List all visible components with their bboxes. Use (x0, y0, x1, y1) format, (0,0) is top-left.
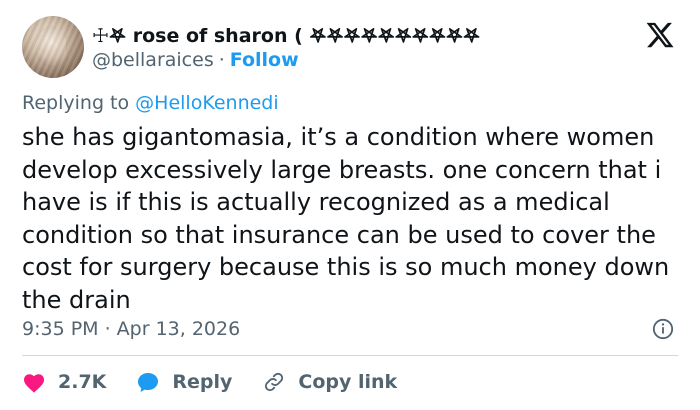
copy-link-button[interactable]: Copy link (262, 371, 397, 393)
replying-mention-link[interactable]: @HelloKennedi (135, 92, 278, 114)
like-count: 2.7K (58, 371, 107, 393)
like-button[interactable]: 2.7K (22, 371, 106, 393)
handle-separator: · (218, 49, 225, 71)
reply-label: Reply (172, 371, 233, 393)
tweet-text: she has gigantomasia, it’s a condition w… (22, 123, 670, 314)
follow-button[interactable]: Follow (230, 49, 299, 71)
link-icon (265, 372, 284, 392)
author-display-name[interactable]: ☩𖤐 rose of sharon ( 𖤐𖤐𖤐𖤐𖤐𖤐𖤐𖤐𖤐𖤐 (92, 22, 612, 48)
action-bar: 2.7K Reply Copy link (22, 368, 427, 396)
author-handle[interactable]: @bellaraices (92, 49, 214, 71)
x-logo-icon[interactable] (644, 20, 676, 50)
reply-button[interactable]: Reply (136, 371, 232, 393)
replying-prefix: Replying to (22, 92, 130, 114)
tweet-timestamp[interactable]: 9:35 PM · Apr 13, 2026 (22, 318, 240, 340)
author-handle-row: @bellaraices · Follow (92, 48, 299, 72)
divider (22, 355, 678, 356)
replying-to: Replying to @HelloKennedi (22, 92, 279, 114)
copy-link-label: Copy link (298, 371, 398, 393)
reply-bubble-icon (138, 373, 159, 392)
heart-icon (24, 374, 44, 393)
info-icon[interactable] (652, 318, 674, 340)
avatar[interactable] (22, 16, 84, 78)
